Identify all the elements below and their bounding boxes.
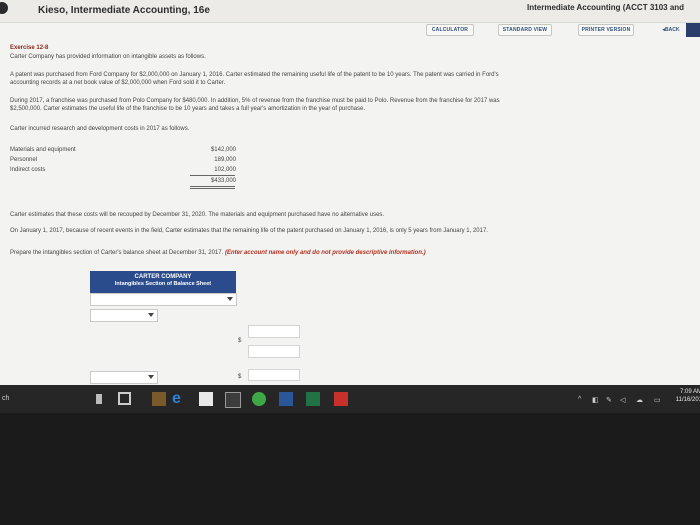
rd-intro: Carter incurred research and development… bbox=[10, 126, 190, 132]
amount-input-2[interactable] bbox=[248, 345, 300, 358]
form-header: CARTER COMPANY Intangibles Section of Ba… bbox=[90, 271, 236, 295]
account-select-2[interactable] bbox=[90, 309, 158, 322]
word-icon[interactable] bbox=[279, 392, 293, 406]
course-title[interactable]: Intermediate Accounting (ACCT 3103 and bbox=[527, 3, 684, 12]
excel-icon[interactable] bbox=[306, 392, 320, 406]
total-row: $433,000 bbox=[210, 178, 236, 184]
mail-icon[interactable] bbox=[225, 392, 241, 408]
task-view-icon[interactable] bbox=[118, 392, 131, 405]
dollar-sign: $ bbox=[238, 338, 242, 344]
account-select-1[interactable] bbox=[90, 293, 237, 306]
chevron-down-icon bbox=[227, 297, 233, 301]
clock[interactable]: 7:09 AM 11/16/201 bbox=[672, 388, 700, 404]
instruction-text: Prepare the intangibles section of Carte… bbox=[10, 250, 426, 256]
book-title: Kieso, Intermediate Accounting, 16e bbox=[38, 5, 210, 16]
acrobat-icon[interactable] bbox=[334, 392, 348, 406]
file-explorer-icon[interactable] bbox=[152, 392, 166, 406]
pen-icon[interactable]: ✎ bbox=[606, 396, 612, 404]
account-select-3[interactable] bbox=[90, 371, 158, 384]
back-button[interactable]: ◂BACK bbox=[656, 24, 686, 36]
mic-icon[interactable] bbox=[96, 394, 102, 404]
taskbar-search-text[interactable]: ch bbox=[2, 395, 9, 402]
patent-update-text: On January 1, 2017, because of recent ev… bbox=[10, 228, 488, 234]
table-row: Indirect costs 102,000 bbox=[10, 167, 236, 173]
laptop-bezel bbox=[0, 413, 700, 525]
table-row: Personnel 189,000 bbox=[10, 157, 236, 163]
chrome-icon[interactable] bbox=[252, 392, 266, 406]
patent-paragraph: A patent was purchased from Ford Company… bbox=[10, 72, 499, 86]
logo-icon bbox=[0, 2, 8, 14]
divider bbox=[190, 175, 235, 176]
edge-icon[interactable]: e bbox=[172, 391, 186, 407]
table-row: Materials and equipment $142,000 bbox=[10, 147, 236, 153]
volume-icon[interactable]: ◁ bbox=[620, 396, 625, 404]
store-icon[interactable] bbox=[199, 392, 213, 406]
keyboard-icon[interactable]: ▭ bbox=[654, 396, 661, 404]
network-icon[interactable]: ◧ bbox=[592, 396, 599, 404]
printer-version-button[interactable]: PRINTER VERSION bbox=[578, 24, 634, 36]
dollar-sign: $ bbox=[238, 374, 242, 380]
taskbar: ch e ^ ◧ ✎ ◁ ☁ ▭ 7:09 AM 11/16/201 bbox=[0, 385, 700, 413]
divider bbox=[190, 188, 235, 189]
header-bar: Kieso, Intermediate Accounting, 16e Inte… bbox=[0, 0, 700, 23]
recoup-text: Carter estimates that these costs will b… bbox=[10, 212, 385, 218]
calculator-button[interactable]: CALCULATOR bbox=[426, 24, 474, 36]
divider bbox=[190, 186, 235, 187]
chevron-down-icon bbox=[148, 313, 154, 317]
intro-text: Carter Company has provided information … bbox=[10, 54, 206, 60]
amount-input-3[interactable] bbox=[248, 369, 300, 381]
browser-window: Kieso, Intermediate Accounting, 16e Inte… bbox=[0, 0, 700, 385]
standard-view-button[interactable]: STANDARD VIEW bbox=[498, 24, 552, 36]
exercise-title: Exercise 12-8 bbox=[10, 45, 49, 51]
chevron-down-icon bbox=[148, 375, 154, 379]
franchise-paragraph: During 2017, a franchise was purchased f… bbox=[10, 98, 500, 112]
chevron-up-icon[interactable]: ^ bbox=[578, 396, 581, 403]
next-arrow-icon[interactable] bbox=[686, 23, 700, 37]
onedrive-icon[interactable]: ☁ bbox=[636, 396, 643, 404]
amount-input-1[interactable] bbox=[248, 325, 300, 338]
